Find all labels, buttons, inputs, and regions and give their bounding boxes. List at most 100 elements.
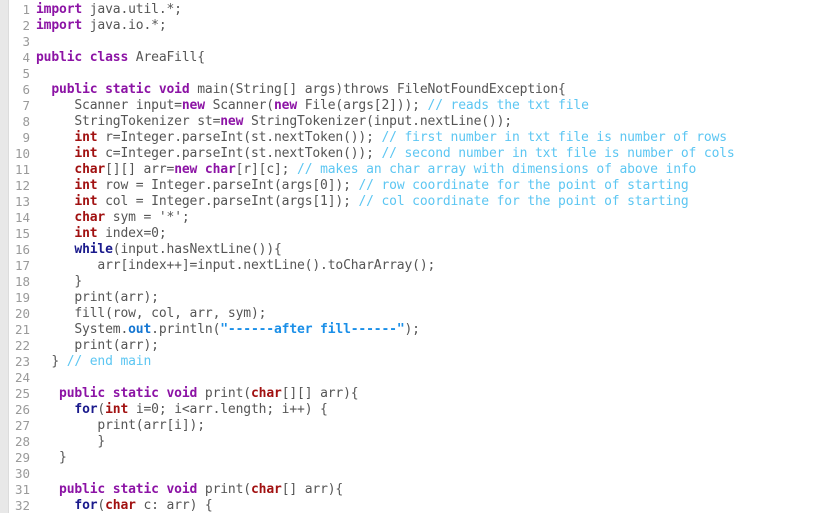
line-source[interactable]: }: [36, 434, 813, 450]
code-line[interactable]: 15 int index=0;: [0, 226, 813, 242]
code-token-k-type: int: [74, 194, 98, 209]
line-source[interactable]: int r=Integer.parseInt(st.nextToken()); …: [36, 130, 813, 146]
code-token-plain: }: [36, 450, 67, 465]
code-line[interactable]: 5: [0, 66, 813, 82]
line-number: 13: [14, 194, 30, 209]
code-line[interactable]: 14 char sym = '*';: [0, 210, 813, 226]
line-source[interactable]: int index=0;: [36, 226, 813, 242]
code-line[interactable]: 18 }: [0, 274, 813, 290]
code-line[interactable]: 12 int row = Integer.parseInt(args[0]); …: [0, 178, 813, 194]
code-line[interactable]: 1 import java.util.*;: [0, 2, 813, 18]
line-source[interactable]: print(arr);: [36, 290, 813, 306]
line-source[interactable]: print(arr[i]);: [36, 418, 813, 434]
code-line[interactable]: 2 import java.io.*;: [0, 18, 813, 34]
code-line[interactable]: 29 }: [0, 450, 813, 466]
code-line[interactable]: 7 Scanner input=new Scanner(new File(arg…: [0, 98, 813, 114]
code-line[interactable]: 28 }: [0, 434, 813, 450]
code-token-plain: Scanner(: [204, 98, 275, 113]
code-token-plain: );: [404, 322, 421, 337]
line-source[interactable]: while(input.hasNextLine()){: [36, 242, 813, 258]
line-number: 10: [14, 146, 30, 161]
line-source[interactable]: char sym = '*';: [36, 210, 813, 226]
line-source[interactable]: for(int i=0; i<arr.length; i++) {: [36, 402, 813, 418]
line-source[interactable]: print(arr);: [36, 338, 813, 354]
line-number: 5: [22, 66, 30, 81]
code-line[interactable]: 23 } // end main: [0, 354, 813, 370]
code-token-plain: arr[index++]=input.nextLine().toCharArra…: [36, 258, 436, 273]
code-token-k-mod: new: [220, 114, 244, 129]
code-token-plain: (: [97, 402, 106, 417]
code-line[interactable]: 22 print(arr);: [0, 338, 813, 354]
line-source[interactable]: public static void main(String[] args)th…: [36, 82, 813, 98]
code-token-plain: AreaFill{: [128, 50, 205, 65]
line-source[interactable]: for(char c: arr) {: [36, 498, 813, 513]
code-token-plain: fill(row, col, arr, sym);: [36, 306, 267, 321]
line-source[interactable]: Scanner input=new Scanner(new File(args[…: [36, 98, 813, 114]
code-line[interactable]: 17 arr[index++]=input.nextLine().toCharA…: [0, 258, 813, 274]
code-token-cmt: // row coordinate for the point of start…: [358, 178, 689, 193]
code-lines-container[interactable]: 1 import java.util.*; 2 import java.io.*; 3 4…: [0, 0, 813, 513]
code-line[interactable]: 10 int c=Integer.parseInt(st.nextToken()…: [0, 146, 813, 162]
code-line[interactable]: 20 fill(row, col, arr, sym);: [0, 306, 813, 322]
code-line[interactable]: 24: [0, 370, 813, 386]
line-source[interactable]: arr[index++]=input.nextLine().toCharArra…: [36, 258, 813, 274]
code-token-plain: [] arr){: [281, 482, 344, 497]
code-line[interactable]: 6 public static void main(String[] args)…: [0, 82, 813, 98]
code-line[interactable]: 26 for(int i=0; i<arr.length; i++) {: [0, 402, 813, 418]
line-source[interactable]: public class AreaFill{: [36, 50, 813, 66]
code-token-plain: [r][c];: [235, 162, 298, 177]
code-line[interactable]: 31 public static void print(char[] arr){: [0, 482, 813, 498]
code-line[interactable]: 4 public class AreaFill{: [0, 50, 813, 66]
code-line[interactable]: 32 for(char c: arr) {: [0, 498, 813, 513]
code-token-plain: print(arr);: [36, 290, 159, 305]
code-token-k-mod: import: [36, 2, 83, 17]
line-number: 2: [22, 18, 30, 33]
code-line[interactable]: 13 int col = Integer.parseInt(args[1]); …: [0, 194, 813, 210]
code-line[interactable]: 19 print(arr);: [0, 290, 813, 306]
code-line[interactable]: 11 char[][] arr=new char[r][c]; // makes…: [0, 162, 813, 178]
line-source[interactable]: }: [36, 450, 813, 466]
line-source[interactable]: int c=Integer.parseInt(st.nextToken()); …: [36, 146, 813, 162]
line-number: 19: [14, 290, 30, 305]
line-number: 17: [14, 258, 30, 273]
code-editor[interactable]: 1 import java.util.*; 2 import java.io.*; 3 4…: [0, 0, 813, 513]
line-number: 20: [14, 306, 30, 321]
line-number: 16: [14, 242, 30, 257]
code-token-k-type: char: [74, 210, 106, 225]
code-token-plain: StringTokenizer st=: [36, 114, 221, 129]
code-line[interactable]: 30: [0, 466, 813, 482]
code-token-plain: File(args[2]));: [297, 98, 428, 113]
code-line[interactable]: 27 print(arr[i]);: [0, 418, 813, 434]
line-source[interactable]: import java.util.*;: [36, 2, 813, 18]
line-source[interactable]: import java.io.*;: [36, 18, 813, 34]
code-line[interactable]: 3: [0, 34, 813, 50]
code-line[interactable]: 8 StringTokenizer st=new StringTokenizer…: [0, 114, 813, 130]
line-source[interactable]: System.out.println("------after fill----…: [36, 322, 813, 338]
line-source[interactable]: fill(row, col, arr, sym);: [36, 306, 813, 322]
code-line[interactable]: 9 int r=Integer.parseInt(st.nextToken())…: [0, 130, 813, 146]
code-token-plain: java.util.*;: [82, 2, 182, 17]
line-source[interactable]: public static void print(char[] arr){: [36, 482, 813, 498]
line-source[interactable]: char[][] arr=new char[r][c]; // makes an…: [36, 162, 813, 178]
line-source[interactable]: public static void print(char[][] arr){: [36, 386, 813, 402]
line-source[interactable]: int row = Integer.parseInt(args[0]); // …: [36, 178, 813, 194]
line-source[interactable]: int col = Integer.parseInt(args[1]); // …: [36, 194, 813, 210]
line-number: 8: [22, 114, 30, 129]
line-number: 28: [14, 434, 30, 449]
line-source[interactable]: } // end main: [36, 354, 813, 370]
code-token-k-ctrl: for: [74, 402, 98, 417]
code-token-k-mod: public static void: [59, 482, 198, 497]
code-line[interactable]: 16 while(input.hasNextLine()){: [0, 242, 813, 258]
code-token-plain: StringTokenizer(input.nextLine());: [243, 114, 512, 129]
code-line[interactable]: 25 public static void print(char[][] arr…: [0, 386, 813, 402]
code-token-plain: java.io.*;: [82, 18, 167, 33]
line-number: 21: [14, 322, 30, 337]
line-number: 9: [22, 130, 30, 145]
line-source[interactable]: }: [36, 274, 813, 290]
code-line[interactable]: 21 System.out.println("------after fill-…: [0, 322, 813, 338]
line-number: 6: [22, 82, 30, 97]
line-source[interactable]: StringTokenizer st=new StringTokenizer(i…: [36, 114, 813, 130]
